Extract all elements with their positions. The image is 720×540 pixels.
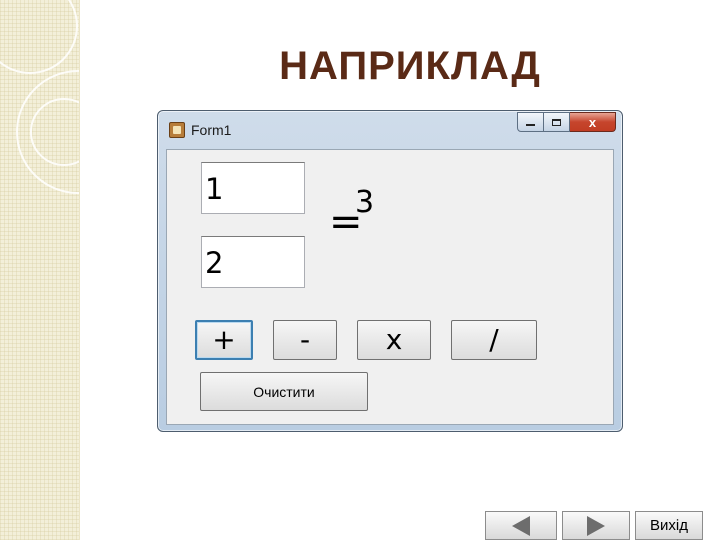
subtract-button[interactable]: - bbox=[273, 320, 337, 360]
previous-slide-button[interactable] bbox=[485, 511, 557, 540]
slide-title: НАПРИКЛАД bbox=[279, 44, 541, 88]
close-button[interactable]: x bbox=[570, 112, 616, 132]
form-client-area: = 3 + - x / Очистити bbox=[166, 149, 614, 425]
minimize-icon bbox=[526, 124, 535, 126]
next-slide-button[interactable] bbox=[562, 511, 630, 540]
clear-button[interactable]: Очистити bbox=[200, 372, 368, 411]
app-icon[interactable] bbox=[169, 122, 185, 138]
window-title: Form1 bbox=[191, 122, 232, 138]
minimize-button[interactable] bbox=[517, 112, 544, 132]
exit-button[interactable]: Вихід bbox=[635, 511, 703, 540]
operand1-input[interactable] bbox=[201, 162, 305, 214]
caption-buttons: x bbox=[517, 112, 616, 132]
multiply-button[interactable]: x bbox=[357, 320, 431, 360]
close-icon: x bbox=[588, 114, 597, 130]
add-button[interactable]: + bbox=[195, 320, 253, 360]
triangle-left-icon bbox=[512, 515, 530, 536]
maximize-button[interactable] bbox=[544, 112, 570, 132]
decorative-side-strip bbox=[0, 0, 80, 540]
window-titlebar[interactable]: Form1 x bbox=[158, 111, 622, 147]
operand2-input[interactable] bbox=[201, 236, 305, 288]
decorative-ring bbox=[0, 0, 78, 74]
maximize-icon bbox=[552, 118, 561, 126]
triangle-right-icon bbox=[587, 515, 605, 536]
result-label: 3 bbox=[355, 185, 375, 220]
app-window: Form1 x = 3 + - x / Очистити bbox=[157, 110, 623, 432]
divide-button[interactable]: / bbox=[451, 320, 537, 360]
